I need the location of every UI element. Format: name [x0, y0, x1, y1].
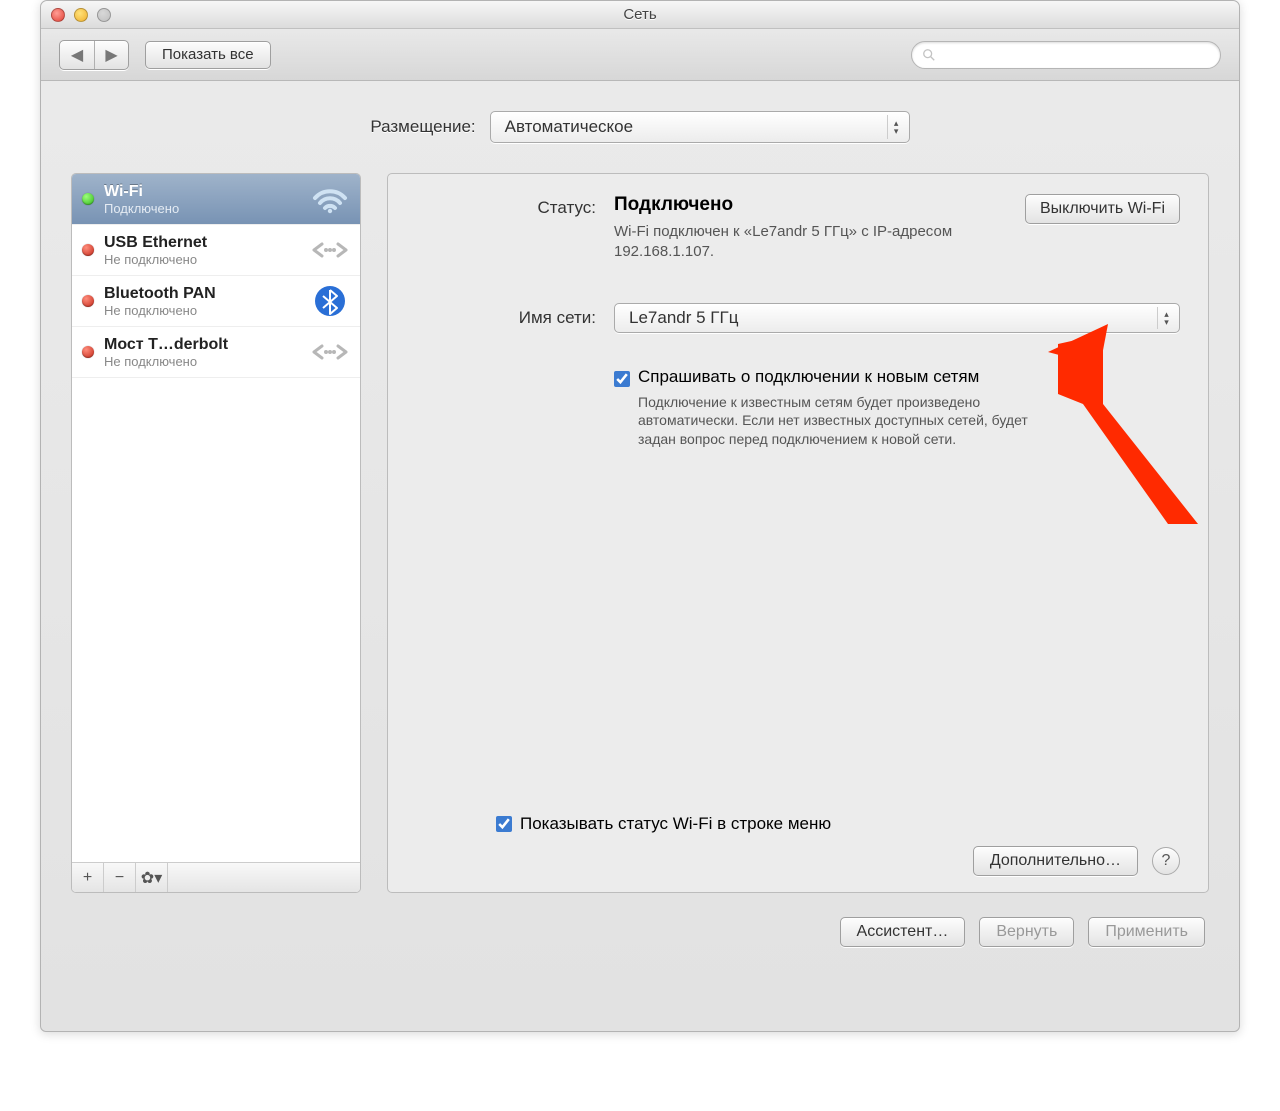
show-wifi-menubar-label: Показывать статус Wi-Fi в строке меню [520, 814, 831, 834]
ask-join-help: Подключение к известным сетям будет прои… [638, 393, 1048, 450]
service-name: Мост T…derbolt [104, 336, 300, 354]
service-name: Bluetooth PAN [104, 285, 300, 303]
bluetooth-icon [310, 284, 350, 318]
add-service-button[interactable]: + [72, 863, 104, 892]
toolbar: ◀ ▶ Показать все [41, 29, 1239, 81]
forward-button[interactable]: ▶ [94, 41, 128, 69]
service-name: Wi-Fi [104, 183, 300, 201]
search-field[interactable] [911, 41, 1221, 69]
service-actions-button[interactable]: ✿▾ [136, 863, 168, 892]
window-title: Сеть [41, 6, 1239, 23]
service-status: Не подключено [104, 303, 300, 318]
close-icon[interactable] [51, 8, 65, 22]
status-dot-icon [82, 244, 94, 256]
help-button[interactable]: ? [1152, 847, 1180, 875]
ethernet-icon [310, 233, 350, 267]
titlebar: Сеть [41, 1, 1239, 29]
ask-join-label: Спрашивать о подключении к новым сетям [638, 367, 979, 386]
sidebar-item-bluetooth[interactable]: Bluetooth PAN Не подключено [72, 276, 360, 327]
minimize-icon[interactable] [74, 8, 88, 22]
status-dot-icon [82, 193, 94, 205]
status-value: Подключено [614, 194, 1011, 216]
chevron-updown-icon [887, 115, 905, 139]
sidebar-item-ethernet[interactable]: USB Ethernet Не подключено [72, 225, 360, 276]
network-name-label: Имя сети: [416, 308, 596, 328]
service-status: Не подключено [104, 354, 300, 369]
sidebar-item-ethernet[interactable]: Мост T…derbolt Не подключено [72, 327, 360, 378]
ethernet-icon [310, 335, 350, 369]
assistant-button[interactable]: Ассистент… [840, 917, 966, 947]
wifi-icon [310, 182, 350, 216]
show-all-button[interactable]: Показать все [145, 41, 271, 69]
remove-service-button[interactable]: − [104, 863, 136, 892]
advanced-button[interactable]: Дополнительно… [973, 846, 1138, 876]
detail-panel: Статус: Подключено Wi-Fi подключен к «Le… [387, 173, 1209, 893]
sidebar-footer: + − ✿▾ [72, 862, 360, 892]
toggle-wifi-button[interactable]: Выключить Wi-Fi [1025, 194, 1180, 224]
status-label: Статус: [416, 194, 596, 263]
sidebar-item-wifi[interactable]: Wi-Fi Подключено [72, 174, 360, 225]
network-name-value: Le7andr 5 ГГц [629, 308, 738, 328]
zoom-icon[interactable] [97, 8, 111, 22]
services-sidebar: Wi-Fi Подключено USB Ethernet Не подключ… [71, 173, 361, 893]
location-popup[interactable]: Автоматическое [490, 111, 910, 143]
ask-join-checkbox[interactable] [614, 371, 630, 387]
search-icon [922, 48, 936, 62]
revert-button[interactable]: Вернуть [979, 917, 1074, 947]
apply-button[interactable]: Применить [1088, 917, 1205, 947]
status-dot-icon [82, 295, 94, 307]
service-name: USB Ethernet [104, 234, 300, 252]
nav-back-forward: ◀ ▶ [59, 40, 129, 70]
chevron-updown-icon [1157, 307, 1175, 329]
search-input[interactable] [942, 47, 1210, 62]
location-row: Размещение: Автоматическое [71, 111, 1209, 143]
status-dot-icon [82, 346, 94, 358]
status-description: Wi-Fi подключен к «Le7andr 5 ГГц» с IP-а… [614, 222, 1011, 263]
service-status: Подключено [104, 201, 300, 216]
network-name-popup[interactable]: Le7andr 5 ГГц [614, 303, 1180, 333]
back-button[interactable]: ◀ [60, 41, 94, 69]
network-prefs-window: Сеть ◀ ▶ Показать все Размещение: Автома… [40, 0, 1240, 1032]
show-wifi-menubar-checkbox[interactable] [496, 816, 512, 832]
footer-buttons: Ассистент… Вернуть Применить [71, 917, 1209, 947]
location-value: Автоматическое [505, 117, 633, 137]
service-status: Не подключено [104, 252, 300, 267]
location-label: Размещение: [370, 117, 475, 137]
